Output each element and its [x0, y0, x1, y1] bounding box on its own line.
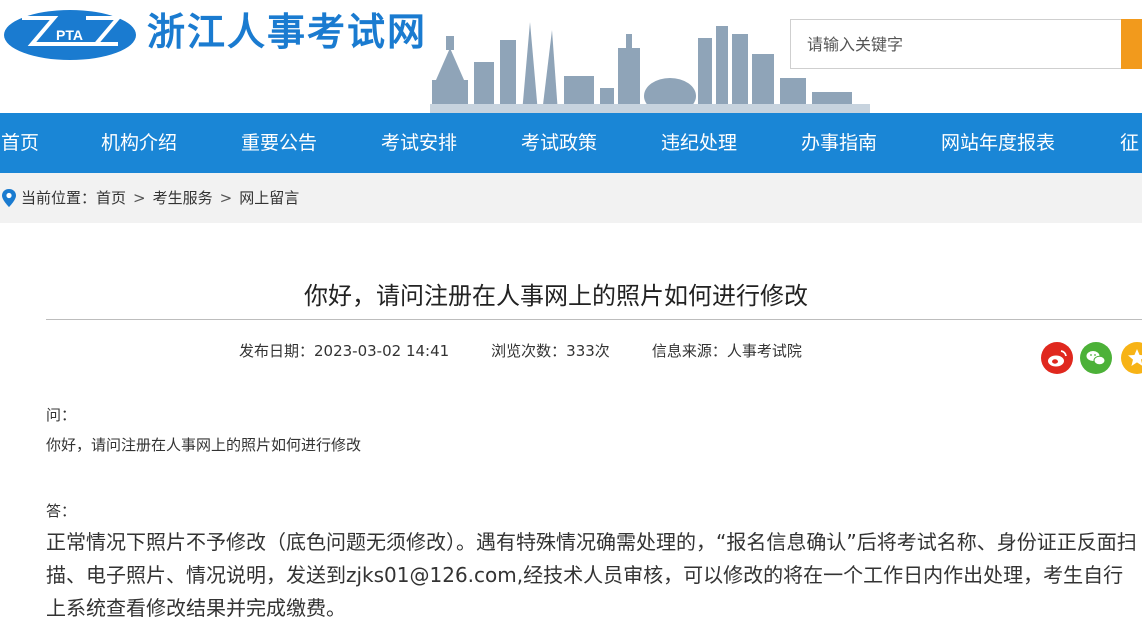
breadcrumb-prefix: 当前位置：: [21, 189, 97, 207]
title-divider: [46, 319, 1142, 320]
nav-item-discipline[interactable]: 违纪处理: [661, 113, 737, 173]
question-label: 问：: [46, 406, 77, 424]
wechat-icon: [1086, 351, 1106, 366]
nav-item-annual-report[interactable]: 网站年度报表: [941, 113, 1055, 173]
nav-item-guide[interactable]: 办事指南: [801, 113, 877, 173]
answer-label: 答：: [46, 502, 77, 520]
article-title: 你好，请问注册在人事网上的照片如何进行修改: [304, 282, 808, 310]
nav-item-home[interactable]: 首页: [1, 113, 39, 173]
nav-item-more[interactable]: 征: [1120, 113, 1139, 173]
share-favorite-button[interactable]: [1121, 342, 1142, 374]
main-nav: 首页 机构介绍 重要公告 考试安排 考试政策 违纪处理 办事指南 网站年度报表 …: [0, 113, 1142, 173]
breadcrumb: 当前位置： 首页 > 考生服务 > 网上留言: [0, 173, 299, 223]
question-text: 你好，请问注册在人事网上的照片如何进行修改: [46, 436, 362, 454]
breadcrumb-bar: 当前位置： 首页 > 考生服务 > 网上留言: [0, 173, 1142, 223]
view-count: 浏览次数：333次: [491, 342, 610, 360]
publish-date: 发布日期：2023-03-02 14:41: [239, 342, 450, 360]
search-input[interactable]: [791, 20, 1121, 68]
breadcrumb-student-service[interactable]: 考生服务: [153, 173, 213, 223]
breadcrumb-home[interactable]: 首页: [96, 173, 126, 223]
answer-text: 正常情况下照片不予修改（底色问题无须修改）。遇有特殊情况确需处理的，“报名信息确…: [46, 530, 1137, 620]
nav-item-about[interactable]: 机构介绍: [101, 113, 177, 173]
search-box: [790, 19, 1142, 69]
article-meta: 发布日期：2023-03-02 14:41 浏览次数：333次 信息来源：人事考试院: [239, 339, 802, 363]
site-header: PTA 浙江人事考试网: [0, 0, 1142, 113]
breadcrumb-separator: >: [133, 189, 146, 207]
info-source: 信息来源：人事考试院: [651, 342, 802, 360]
breadcrumb-online-message[interactable]: 网上留言: [239, 173, 299, 223]
share-weibo-button[interactable]: [1041, 342, 1073, 374]
nav-item-schedule[interactable]: 考试安排: [381, 113, 457, 173]
pta-logo[interactable]: PTA: [2, 8, 138, 62]
nav-item-notices[interactable]: 重要公告: [241, 113, 317, 173]
site-title[interactable]: 浙江人事考试网: [147, 8, 427, 56]
search-button[interactable]: [1121, 19, 1142, 69]
share-wechat-button[interactable]: [1080, 342, 1112, 374]
breadcrumb-separator: >: [219, 189, 233, 207]
logo-text: PTA: [56, 27, 83, 43]
weibo-icon: [1048, 350, 1067, 367]
favorite-icon: [1128, 349, 1142, 366]
nav-item-policy[interactable]: 考试政策: [521, 113, 597, 173]
location-pin-icon: [2, 189, 16, 207]
